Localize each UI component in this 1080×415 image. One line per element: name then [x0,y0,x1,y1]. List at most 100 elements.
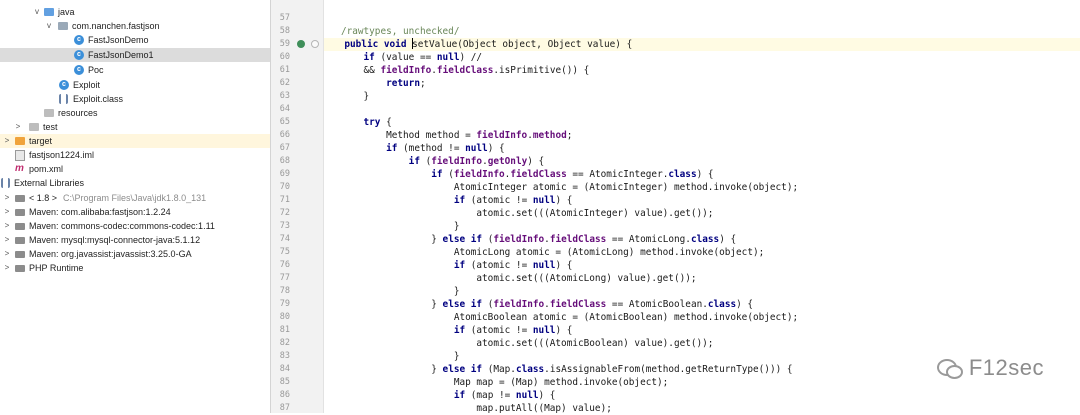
tree-node-label: com.nanchen.fastjson [72,21,160,31]
code-token: (atomic != [470,260,533,271]
field-token: method [532,130,567,141]
line-number: 80 [279,312,290,322]
tree-node-label: target [29,136,53,146]
tree-node-fastjsondemo1[interactable]: c FastJsonDemo1 [0,48,270,62]
tree-node-label: fastjson1224.iml [29,150,95,160]
code-token: } [340,351,460,362]
code-line: } [324,220,1080,233]
tree-node-iml[interactable]: fastjson1224.iml [0,148,270,162]
class-icon: c [59,80,69,90]
code-token: } [340,221,460,232]
field-token: getOnly [487,156,528,167]
expand-arrow-icon[interactable]: > [3,205,11,219]
tree-node-lib-mysql[interactable]: > Maven: mysql:mysql-connector-java:5.1.1… [0,233,270,247]
expand-arrow-icon[interactable]: > [3,219,11,233]
tree-node-jdk[interactable]: > < 1.8 > C:\Program Files\Java\jdk1.8.0_1… [0,191,270,205]
code-token: AtomicInteger atomic = (AtomicInteger) m… [340,182,799,193]
tree-node-label: FastJsonDemo1 [88,50,154,60]
tree-node-pom[interactable]: m pom.xml [0,162,270,176]
expand-arrow-icon[interactable]: v [33,5,41,19]
code-token: ; [566,130,573,141]
expand-arrow-icon[interactable]: v [45,19,53,33]
expand-arrow-icon[interactable]: > [14,120,22,134]
code-token: ) { [527,156,545,167]
field-token: fieldInfo [476,130,528,141]
tree-node-lib-fastjson[interactable]: > Maven: com.alibaba:fastjson:1.2.24 [0,205,270,219]
fold-marker-icon[interactable] [311,40,319,48]
tree-node-package[interactable]: v com.nanchen.fastjson [0,19,270,33]
expand-arrow-icon[interactable]: > [3,134,11,148]
tree-node-resources[interactable]: resources [0,106,270,120]
tree-node-exploit[interactable]: c Exploit [0,78,270,92]
code-line: } [324,90,1080,103]
tree-node-label: PHP Runtime [29,263,84,273]
keyword-token: else if [442,299,488,310]
code-token: ) { [487,143,505,154]
code-token: (atomic != [470,325,533,336]
tree-node-fastjsondemo[interactable]: c FastJsonDemo [0,33,270,47]
code-line: public void setValue(Object object, Obje… [324,38,1080,51]
tree-node-test[interactable]: > test [0,120,270,134]
line-number: 68 [279,156,290,166]
jdk-icon [15,195,25,202]
library-icon [15,251,25,258]
code-editor[interactable]: /rawtypes, unchecked/ public void setVal… [324,0,1080,413]
tree-node-external-libraries[interactable]: External Libraries [0,176,270,190]
jdk-version: < 1.8 > [29,193,58,203]
keyword-token: null [436,52,460,63]
expand-arrow-icon[interactable]: > [3,191,11,205]
keyword-token: public void [344,39,413,50]
expand-arrow-icon[interactable]: > [3,233,11,247]
code-token: atomic.set(((AtomicLong) value).get()); [340,273,697,284]
line-number: 65 [279,117,290,127]
tree-node-java[interactable]: v java [0,5,270,19]
implements-method-icon[interactable] [297,40,305,48]
keyword-token: if [453,195,471,206]
line-number: 63 [279,91,290,101]
tree-node-label: FastJsonDemo [88,35,149,45]
tree-node-label: < 1.8 > C:\Program Files\Java\jdk1.8.0_13… [29,191,206,205]
tree-node-poc[interactable]: c Poc [0,63,270,77]
line-number: 75 [279,247,290,257]
keyword-token: else if [442,234,488,245]
code-line: try { [324,116,1080,129]
code-line: } else if (fieldInfo.fieldClass == Atomi… [324,298,1080,311]
tree-node-lib-javassist[interactable]: > Maven: org.javassist:javassist:3.25.0-G… [0,247,270,261]
watermark-text: F12sec [968,355,1044,380]
line-number: 67 [279,143,290,153]
maven-icon: m [15,163,24,174]
code-token: == AtomicInteger. [566,169,669,180]
keyword-token: null [532,195,556,206]
keyword-token: null [465,143,488,154]
code-token: (value == [380,52,437,63]
field-token: fieldClass [510,169,567,180]
code-line: Method method = fieldInfo.method; [324,129,1080,142]
code-line: if (fieldInfo.fieldClass == AtomicIntege… [324,168,1080,181]
code-token: .isPrimitive()) { [493,65,590,76]
line-number-gutter: 57 58 59 60 61 62 63 64 65 66 67 68 69 70 71 72 73 74 75 76… [271,0,323,413]
expand-arrow-icon[interactable]: > [3,261,11,275]
code-line: if (atomic != null) { [324,194,1080,207]
tree-node-target[interactable]: > target [0,134,270,148]
tree-node-php-runtime[interactable]: > PHP Runtime [0,261,270,275]
keyword-token: null [532,325,556,336]
tree-node-lib-commons-codec[interactable]: > Maven: commons-codec:commons-codec:1.11 [0,219,270,233]
code-token: AtomicBoolean atomic = (AtomicBoolean) m… [340,312,799,323]
code-line: return; [324,77,1080,90]
expand-arrow-icon[interactable]: > [3,247,11,261]
tree-node-exploit-class[interactable]: Exploit.class [0,92,270,106]
code-line: AtomicLong atomic = (AtomicLong) method.… [324,246,1080,259]
line-number: 66 [279,130,290,140]
keyword-token: else if [442,364,488,375]
